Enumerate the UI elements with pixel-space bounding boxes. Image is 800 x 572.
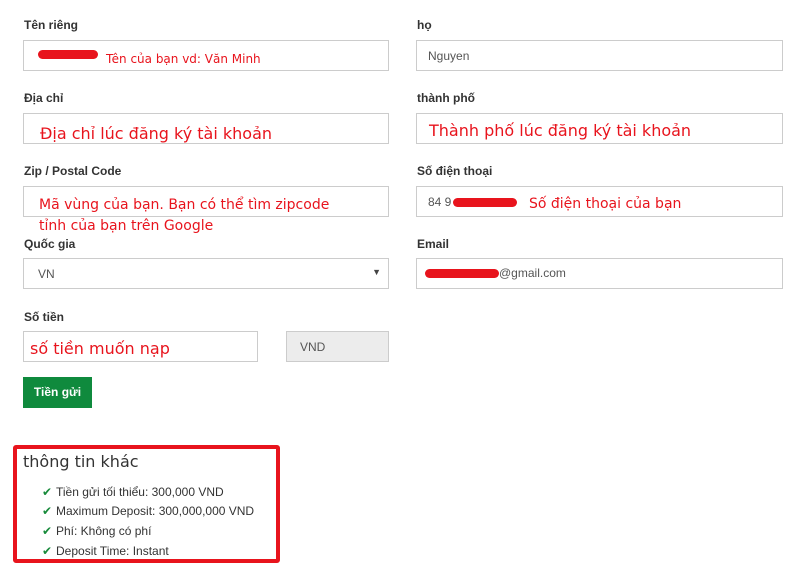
- info-item: ✔ Deposit Time: Instant: [42, 544, 169, 558]
- redacted-name-mark: [38, 50, 98, 59]
- last-name-input[interactable]: Nguyen: [416, 40, 783, 71]
- check-icon: ✔: [42, 504, 53, 518]
- check-icon: ✔: [42, 544, 53, 558]
- zip-hint-line2: tỉnh của bạn trên Google: [39, 218, 214, 234]
- info-item: ✔ Tiền gửi tối thiểu: 300,000 VND: [42, 485, 224, 499]
- deposit-submit-button[interactable]: Tiền gửi: [23, 377, 92, 408]
- email-input[interactable]: @gmail.com: [416, 258, 783, 289]
- chevron-down-icon: ▼: [372, 267, 381, 277]
- phone-input[interactable]: 84 9 Số điện thoại của bạn: [416, 186, 783, 217]
- last-name-label: họ: [417, 18, 432, 32]
- info-item: ✔ Phí: Không có phí: [42, 524, 151, 538]
- country-value: VN: [38, 267, 55, 281]
- phone-prefix-value: 84 9: [428, 195, 452, 209]
- amount-hint: số tiền muốn nạp: [30, 339, 170, 358]
- address-label: Địa chỉ: [24, 91, 64, 105]
- phone-hint: Số điện thoại của bạn: [529, 196, 682, 212]
- amount-input[interactable]: số tiền muốn nạp: [23, 331, 258, 362]
- amount-label: Số tiền: [24, 310, 65, 324]
- address-hint: Địa chỉ lúc đăng ký tài khoản: [40, 124, 273, 143]
- city-hint: Thành phố lúc đăng ký tài khoản: [429, 121, 692, 140]
- check-icon: ✔: [42, 524, 53, 538]
- address-input[interactable]: Địa chỉ lúc đăng ký tài khoản: [23, 113, 389, 144]
- currency-field: VND: [286, 331, 389, 362]
- zip-hint-line1: Mã vùng của bạn. Bạn có thể tìm zipcode: [39, 197, 330, 213]
- first-name-input[interactable]: Tên của bạn vd: Văn Minh: [23, 40, 389, 71]
- info-item: ✔ Maximum Deposit: 300,000,000 VND: [42, 504, 254, 518]
- info-item-text: Tiền gửi tối thiểu: 300,000 VND: [56, 485, 224, 499]
- info-item-text: Deposit Time: Instant: [56, 544, 169, 558]
- phone-label: Số điện thoại: [417, 164, 493, 178]
- last-name-value: Nguyen: [428, 49, 470, 63]
- email-label: Email: [417, 237, 450, 251]
- info-item-text: Phí: Không có phí: [56, 524, 152, 538]
- currency-value: VND: [300, 340, 326, 354]
- city-input[interactable]: Thành phố lúc đăng ký tài khoản: [416, 113, 783, 144]
- zip-label: Zip / Postal Code: [24, 164, 122, 178]
- city-label: thành phố: [417, 91, 475, 105]
- email-suffix-value: @gmail.com: [499, 266, 566, 280]
- country-select[interactable]: VN ▼: [23, 258, 389, 289]
- country-label: Quốc gia: [24, 237, 76, 251]
- info-item-text: Maximum Deposit: 300,000,000 VND: [56, 504, 255, 518]
- info-title: thông tin khác: [23, 452, 139, 471]
- check-icon: ✔: [42, 485, 53, 499]
- redacted-email-mark: [425, 269, 499, 278]
- first-name-label: Tên riêng: [24, 18, 79, 32]
- first-name-hint: Tên của bạn vd: Văn Minh: [106, 52, 261, 66]
- redacted-phone-mark: [453, 198, 517, 207]
